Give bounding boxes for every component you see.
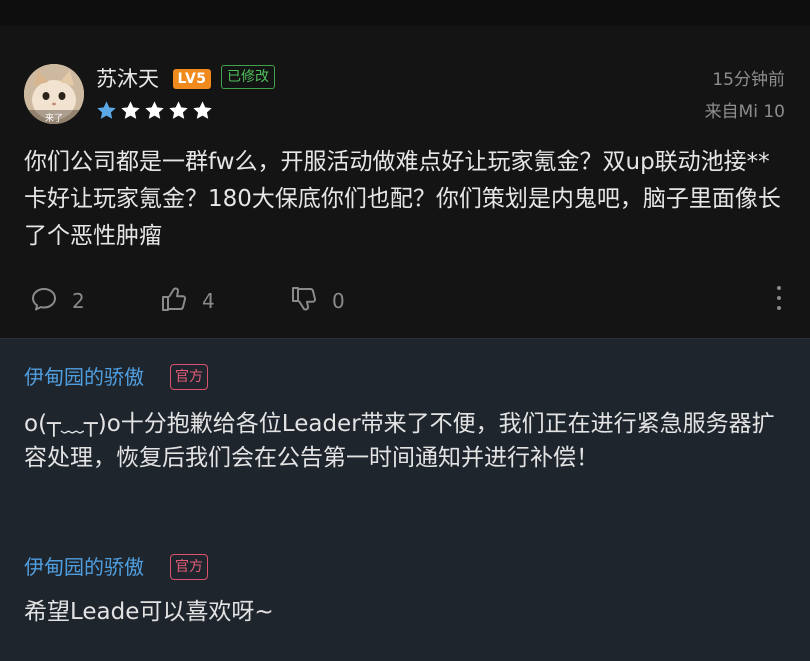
reply-author-name[interactable]: 伊甸园的骄傲 <box>24 553 144 581</box>
star-rating <box>95 99 214 123</box>
more-vertical-icon[interactable] <box>774 286 784 316</box>
star-icon <box>95 99 118 123</box>
post-source: 来自Mi 10 <box>704 102 785 122</box>
official-tag: 官方 <box>170 554 208 580</box>
comment-count: 2 <box>72 289 85 313</box>
reply-content: 希望Leade可以喜欢呀~ <box>24 599 274 625</box>
thumbs-down-icon <box>290 285 318 318</box>
user-avatar[interactable]: 来了 <box>24 64 84 124</box>
reply-section: 伊甸园的骄傲 官方 o(┬﹏┬)o十分抱歉给各位Leader带来了不便，我们正在… <box>0 338 810 661</box>
comment-icon <box>30 285 58 318</box>
reply-content: o(┬﹏┬)o十分抱歉给各位Leader带来了不便，我们正在进行紧急服务器扩容处… <box>24 411 775 471</box>
thumbs-up-icon <box>160 285 188 318</box>
post-card: 来了 苏沐天 LV5 已修改 15分钟前 来自Mi 10 你们公司都是一群fw么… <box>0 26 810 338</box>
comment-button[interactable]: 2 <box>30 284 85 318</box>
edited-tag: 已修改 <box>221 65 275 89</box>
dislike-count: 0 <box>332 289 345 313</box>
post-author-name[interactable]: 苏沐天 <box>96 66 159 92</box>
dislike-button[interactable]: 0 <box>290 284 345 318</box>
reply-author-name[interactable]: 伊甸园的骄傲 <box>24 363 144 391</box>
like-count: 4 <box>202 289 215 313</box>
star-icon <box>167 99 190 123</box>
star-icon <box>119 99 142 123</box>
official-tag: 官方 <box>170 364 208 390</box>
cat-avatar-image: 来了 <box>24 64 84 124</box>
post-time: 15分钟前 <box>712 70 785 90</box>
top-bar <box>0 0 810 27</box>
post-content: 你们公司都是一群fw么，开服活动做难点好让玩家氪金？双up联动池接**卡好让玩家… <box>24 149 781 249</box>
post-actions: 2 4 0 <box>0 284 810 318</box>
avatar-caption: 来了 <box>45 113 63 124</box>
level-badge: LV5 <box>173 69 211 89</box>
star-icon <box>191 99 214 123</box>
like-button[interactable]: 4 <box>160 284 215 318</box>
star-icon <box>143 99 166 123</box>
